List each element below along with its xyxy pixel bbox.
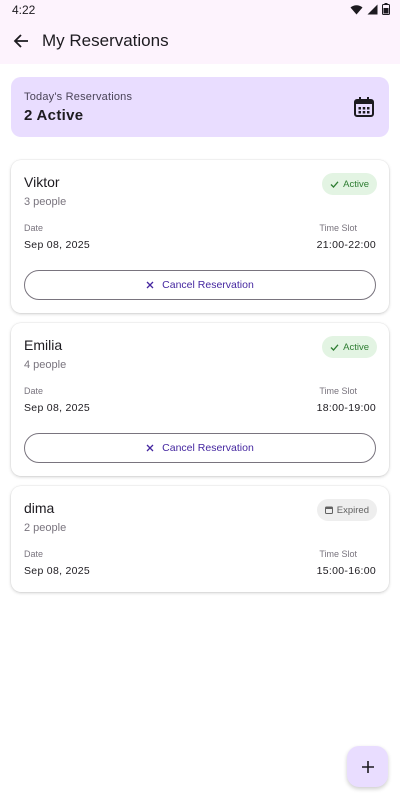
party-size: 2 people [24, 522, 67, 534]
date-value: Sep 08, 2025 [24, 239, 91, 251]
close-icon [146, 281, 154, 289]
time-slot-value: 18:00-19:00 [316, 402, 376, 414]
calendar-small-icon [324, 506, 333, 514]
check-icon [330, 343, 339, 351]
date-label: Date [24, 223, 44, 233]
calendar-icon [354, 97, 374, 117]
guest-name: Viktor [24, 174, 60, 190]
status-badge: Active [322, 336, 377, 358]
plus-icon [361, 760, 374, 773]
date-label: Date [24, 549, 44, 559]
time-slot-label: Time Slot [319, 223, 357, 233]
date-label: Date [24, 386, 44, 396]
status-label: Active [343, 341, 369, 353]
status-icons [350, 3, 390, 15]
cancel-label: Cancel Reservation [162, 279, 254, 291]
status-label: Expired [336, 504, 369, 516]
reservation-card: Viktor 3 people Active Date Sep 08, 2025… [11, 160, 389, 313]
summary-value: 2 Active [24, 107, 84, 124]
check-icon [330, 180, 339, 188]
status-label: Active [343, 178, 369, 190]
guest-name: Emilia [24, 337, 63, 353]
time-slot-value: 15:00-16:00 [316, 565, 376, 577]
close-icon [146, 444, 154, 452]
summary-card: Today's Reservations 2 Active [11, 77, 389, 137]
status-badge: Expired [316, 499, 377, 521]
page-title: My Reservations [42, 31, 169, 50]
guest-name: dima [24, 500, 55, 516]
summary-label: Today's Reservations [24, 91, 133, 103]
status-time: 4:22 [12, 3, 36, 17]
time-slot-value: 21:00-22:00 [316, 239, 376, 251]
time-slot-label: Time Slot [319, 549, 357, 559]
reservation-card: dima 2 people Expired Date Sep 08, 2025 … [11, 486, 389, 592]
cancel-label: Cancel Reservation [162, 442, 254, 454]
back-arrow-icon [13, 34, 28, 48]
status-badge: Active [322, 173, 377, 195]
signal-icon [367, 4, 378, 14]
party-size: 3 people [24, 196, 67, 208]
cancel-reservation-button[interactable]: Cancel Reservation [24, 270, 376, 300]
time-slot-label: Time Slot [319, 386, 357, 396]
battery-icon [382, 3, 390, 15]
back-button[interactable] [10, 30, 32, 52]
date-value: Sep 08, 2025 [24, 565, 91, 577]
add-reservation-button[interactable] [347, 746, 388, 787]
date-value: Sep 08, 2025 [24, 402, 91, 414]
status-bar: 4:22 [0, 0, 400, 20]
reservation-card: Emilia 4 people Active Date Sep 08, 2025… [11, 323, 389, 476]
top-app-bar: 4:22 My Reservations [0, 0, 400, 64]
cancel-reservation-button[interactable]: Cancel Reservation [24, 433, 376, 463]
wifi-icon [350, 4, 363, 14]
party-size: 4 people [24, 359, 67, 371]
